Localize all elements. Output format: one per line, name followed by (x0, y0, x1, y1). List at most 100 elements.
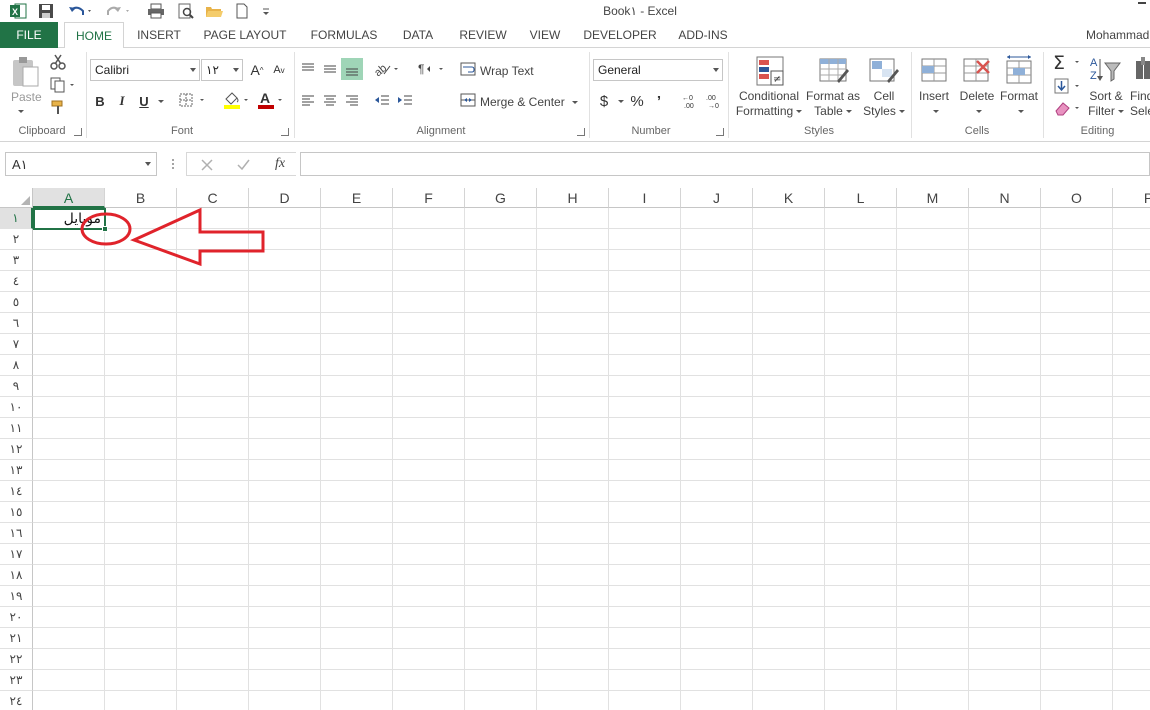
insert-cells-icon[interactable] (918, 54, 950, 86)
svg-text:→0: →0 (708, 103, 719, 110)
chevron-down-icon (233, 68, 239, 72)
alignment-launcher-icon[interactable] (577, 128, 585, 136)
align-center-icon[interactable] (320, 91, 340, 111)
tab-add-ins[interactable]: ADD-INS (672, 22, 734, 48)
number-format-box[interactable]: General (593, 59, 723, 81)
merge-center-icon[interactable] (459, 91, 477, 109)
cancel-entry-icon[interactable] (197, 156, 217, 174)
tab-formulas[interactable]: FORMULAS (305, 22, 383, 48)
increase-indent-icon[interactable] (395, 91, 415, 111)
delete-cells-icon[interactable] (960, 54, 992, 86)
font-size-box[interactable]: ١٢ (201, 59, 243, 81)
tab-insert[interactable]: INSERT (131, 22, 187, 48)
shrink-font-icon[interactable]: Av (270, 61, 288, 79)
number-launcher-icon[interactable] (716, 128, 724, 136)
format-label[interactable]: Format (994, 89, 1044, 119)
svg-text:A: A (1090, 57, 1098, 69)
clipboard-launcher-icon[interactable] (74, 128, 82, 136)
tab-review[interactable]: REVIEW (456, 22, 510, 48)
formula-bar-grip-icon[interactable] (169, 156, 177, 172)
alignment-group-label: Alignment (416, 125, 466, 137)
fill-color-icon[interactable] (222, 90, 252, 110)
clear-icon[interactable] (1052, 98, 1084, 118)
spreadsheet-grid[interactable]: ABCDEFGHIJKLMNOP ١ ٢ ٣ ٤ ٥ ٦ ٧ ٨ ٩ ١٠ ١١ ١٢ ١٣ ١٤ ١٥ ١٦… (0, 188, 1150, 710)
format-as-table-icon[interactable] (816, 54, 850, 88)
decrease-indent-icon[interactable] (372, 91, 392, 111)
find-select-label[interactable]: FindSele (1130, 89, 1150, 119)
svg-text:¶: ¶ (418, 62, 424, 76)
find-select-icon[interactable] (1134, 56, 1150, 86)
group-divider (1043, 52, 1044, 138)
group-divider (86, 52, 87, 138)
paste-icon[interactable] (8, 54, 42, 90)
italic-button[interactable]: I (114, 92, 130, 110)
window-minimize-icon[interactable] (1138, 2, 1146, 12)
text-direction-icon[interactable]: ¶ (414, 59, 446, 79)
tab-developer[interactable]: DEVELOPER (580, 22, 660, 48)
tab-page-layout[interactable]: PAGE LAYOUT (199, 22, 291, 48)
top-align-icon[interactable] (298, 59, 318, 79)
format-cells-icon[interactable] (1002, 53, 1036, 87)
svg-text:←0: ←0 (682, 95, 693, 102)
title-bar: X Book١ - Excel (0, 0, 1150, 22)
currency-dropdown-icon[interactable] (614, 91, 624, 111)
tab-file[interactable]: FILE (0, 22, 58, 48)
underline-button[interactable]: U (136, 92, 152, 110)
chevron-down-icon (190, 68, 196, 72)
confirm-entry-icon[interactable] (233, 156, 253, 174)
bold-button[interactable]: B (92, 92, 108, 110)
merge-center-label[interactable]: Merge & Center (480, 95, 565, 109)
conditional-formatting-icon[interactable]: ≠ (753, 54, 787, 88)
font-size-value: ١٢ (206, 63, 219, 77)
formula-bar: A١ fx (0, 142, 1150, 188)
align-left-icon[interactable] (298, 91, 318, 111)
name-box[interactable]: A١ (5, 152, 157, 176)
currency-button[interactable]: $ (596, 91, 612, 111)
decrease-decimal-icon[interactable]: .00 →0 (704, 91, 726, 111)
fill-icon[interactable] (1052, 76, 1084, 96)
window-title: Book١ - Excel (603, 4, 677, 18)
wrap-text-icon[interactable] (459, 60, 477, 78)
formula-input[interactable] (300, 152, 1150, 176)
paste-dropdown-icon[interactable] (15, 104, 24, 118)
sort-filter-icon[interactable]: AZ (1088, 54, 1124, 86)
user-name[interactable]: Mohammad (1086, 28, 1149, 42)
cell-styles-icon[interactable] (866, 54, 900, 88)
tab-home[interactable]: HOME (64, 22, 124, 49)
grow-font-icon[interactable]: A ^ (248, 61, 266, 79)
tab-view[interactable]: VIEW (523, 22, 567, 48)
format-painter-icon[interactable] (48, 98, 68, 116)
align-right-icon[interactable] (342, 91, 362, 111)
group-divider (589, 52, 590, 138)
tab-data[interactable]: DATA (394, 22, 442, 48)
underline-dropdown-icon[interactable] (154, 92, 164, 110)
paste-label[interactable]: Paste (11, 90, 42, 104)
merge-dropdown-icon[interactable] (569, 95, 578, 109)
svg-text:≠: ≠ (773, 74, 781, 85)
bottom-align-icon[interactable] (341, 58, 363, 80)
sort-filter-label[interactable]: Sort & Filter (1082, 89, 1130, 119)
number-format-value: General (598, 63, 641, 77)
conditional-formatting-label[interactable]: Conditional Formatting (734, 89, 804, 119)
svg-text:Σ: Σ (1053, 52, 1065, 72)
cut-icon[interactable] (48, 53, 68, 71)
group-divider (728, 52, 729, 138)
number-group-label: Number (631, 125, 671, 137)
cell-styles-label[interactable]: Cell Styles (856, 89, 912, 119)
autosum-icon[interactable]: Σ (1052, 52, 1084, 72)
copy-icon[interactable] (48, 76, 78, 94)
middle-align-icon[interactable] (320, 59, 340, 79)
name-box-value: A١ (12, 157, 28, 172)
font-name-box[interactable]: Calibri (90, 59, 200, 81)
orientation-icon[interactable]: ab (372, 59, 402, 79)
comma-style-button[interactable]: ’ (652, 91, 666, 111)
clipboard-group-label: Clipboard (18, 125, 66, 137)
increase-decimal-icon[interactable]: ←0.00 (680, 91, 702, 111)
percent-button[interactable]: % (628, 91, 646, 111)
borders-icon[interactable] (178, 91, 208, 109)
font-launcher-icon[interactable] (281, 128, 289, 136)
wrap-text-label[interactable]: Wrap Text (480, 64, 534, 78)
font-color-icon[interactable]: A (256, 90, 286, 110)
insert-function-button[interactable]: fx (269, 155, 291, 173)
formula-buttons: fx (186, 152, 296, 176)
